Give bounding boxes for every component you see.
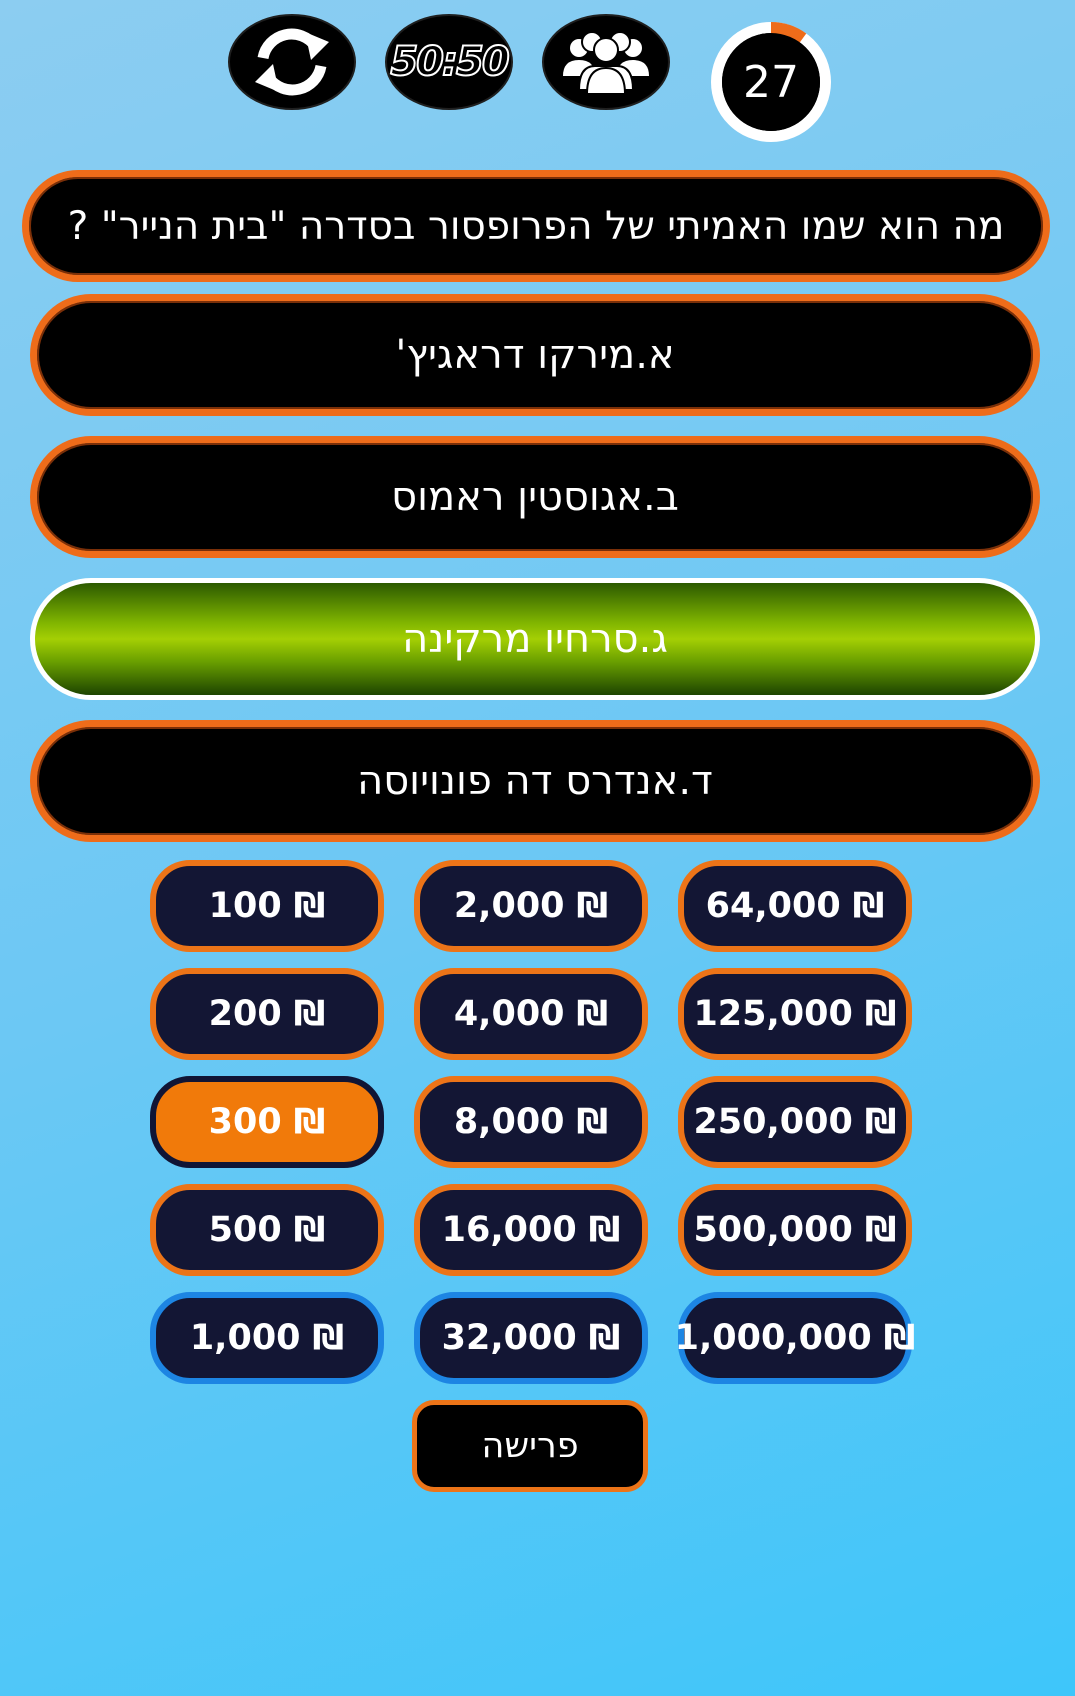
shekel-icon: ₪ bbox=[588, 1210, 621, 1250]
prize-level: 8,000 ₪ bbox=[414, 1076, 648, 1168]
timer-seconds: 27 bbox=[743, 56, 799, 108]
prize-level: 64,000 ₪ bbox=[678, 860, 912, 952]
question-text: מה הוא שמו האמיתי של הפרופסור בסדרה "בית… bbox=[67, 203, 1005, 249]
shekel-icon: ₪ bbox=[852, 886, 885, 926]
prize-amount: 250,000 bbox=[693, 1102, 853, 1142]
prize-amount: 200 bbox=[208, 994, 282, 1034]
prize-amount: 32,000 bbox=[441, 1318, 577, 1358]
prize-level: 125,000 ₪ bbox=[678, 968, 912, 1060]
shekel-icon: ₪ bbox=[312, 1318, 345, 1358]
quit-button[interactable]: פרישה bbox=[412, 1400, 648, 1492]
prize-amount: 500 bbox=[208, 1210, 282, 1250]
prize-level: 4,000 ₪ bbox=[414, 968, 648, 1060]
prize-amount: 300 bbox=[208, 1102, 282, 1142]
shekel-icon: ₪ bbox=[293, 886, 326, 926]
refresh-cycle-icon bbox=[255, 28, 329, 96]
group-people-icon bbox=[563, 31, 649, 95]
swap-question-lifeline[interactable] bbox=[228, 14, 356, 110]
shekel-icon: ₪ bbox=[293, 994, 326, 1034]
prize-level: 1,000,000 ₪ bbox=[674, 1292, 915, 1384]
answer-a-button[interactable]: א.מירקו דראגיץ' bbox=[30, 294, 1040, 416]
prize-level: 500,000 ₪ bbox=[678, 1184, 912, 1276]
prize-level: 32,000 ₪ bbox=[414, 1292, 648, 1384]
prize-amount: 8,000 bbox=[453, 1102, 565, 1142]
prize-level: 16,000 ₪ bbox=[414, 1184, 648, 1276]
shekel-icon: ₪ bbox=[864, 1102, 897, 1142]
prize-level: 1,000 ₪ bbox=[150, 1292, 384, 1384]
prize-level: 250,000 ₪ bbox=[678, 1076, 912, 1168]
prize-amount: 100 bbox=[208, 886, 282, 926]
shekel-icon: ₪ bbox=[883, 1318, 916, 1358]
shekel-icon: ₪ bbox=[293, 1102, 326, 1142]
question-box: מה הוא שמו האמיתי של הפרופסור בסדרה "בית… bbox=[22, 170, 1050, 282]
answer-c-label: ג.סרחיו מרקינה bbox=[402, 616, 668, 662]
answer-b-button[interactable]: ב.אגוסטין ראמוס bbox=[30, 436, 1040, 558]
answer-c-button[interactable]: ג.סרחיו מרקינה bbox=[30, 578, 1040, 700]
prize-amount: 2,000 bbox=[453, 886, 565, 926]
prize-amount: 64,000 bbox=[705, 886, 841, 926]
prize-level: 2,000 ₪ bbox=[414, 860, 648, 952]
answer-d-label: ד.אנדרס דה פונויוסה bbox=[357, 758, 713, 804]
prize-amount: 1,000 bbox=[189, 1318, 301, 1358]
shekel-icon: ₪ bbox=[293, 1210, 326, 1250]
prize-level: 100 ₪ bbox=[150, 860, 384, 952]
answer-d-button[interactable]: ד.אנדרס דה פונויוסה bbox=[30, 720, 1040, 842]
ask-audience-lifeline[interactable] bbox=[542, 14, 670, 110]
fifty-fifty-label: 50:50 bbox=[389, 38, 510, 86]
prize-amount: 4,000 bbox=[453, 994, 565, 1034]
quit-label: פרישה bbox=[481, 1426, 579, 1466]
shekel-icon: ₪ bbox=[864, 994, 897, 1034]
fifty-fifty-lifeline[interactable]: 50:50 bbox=[385, 14, 513, 110]
prize-amount: 500,000 bbox=[693, 1210, 853, 1250]
prize-level: 500 ₪ bbox=[150, 1184, 384, 1276]
shekel-icon: ₪ bbox=[588, 1318, 621, 1358]
shekel-icon: ₪ bbox=[576, 994, 609, 1034]
prize-amount: 1,000,000 bbox=[674, 1318, 872, 1358]
shekel-icon: ₪ bbox=[864, 1210, 897, 1250]
prize-level: 300 ₪ bbox=[150, 1076, 384, 1168]
prize-amount: 125,000 bbox=[693, 994, 853, 1034]
prize-amount: 16,000 bbox=[441, 1210, 577, 1250]
countdown-timer: 27 bbox=[705, 16, 837, 148]
prize-level: 200 ₪ bbox=[150, 968, 384, 1060]
answer-a-label: א.מירקו דראגיץ' bbox=[395, 332, 675, 378]
shekel-icon: ₪ bbox=[576, 886, 609, 926]
answer-b-label: ב.אגוסטין ראמוס bbox=[391, 474, 679, 520]
shekel-icon: ₪ bbox=[576, 1102, 609, 1142]
